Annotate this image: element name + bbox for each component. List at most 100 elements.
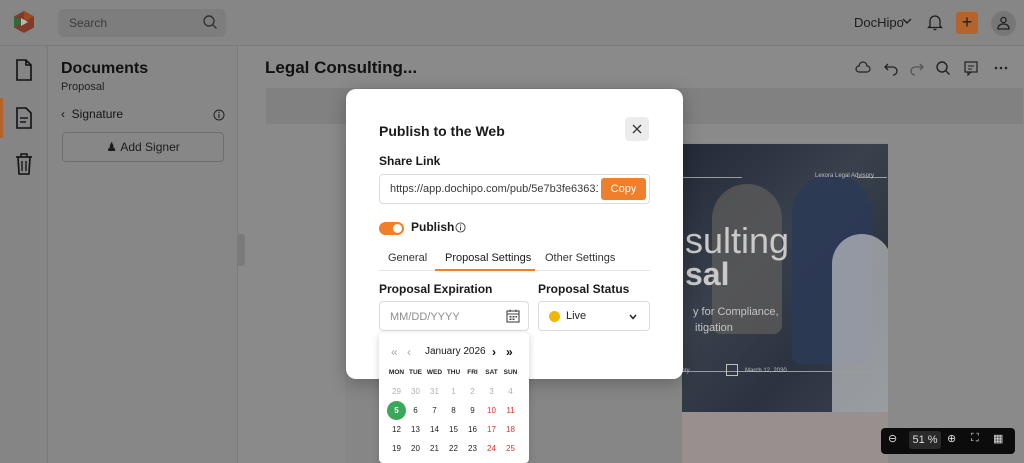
tab-general[interactable]: General — [388, 252, 427, 264]
calendar-day[interactable]: 30 — [406, 387, 425, 396]
calendar-icon[interactable] — [506, 309, 520, 323]
calendar-day[interactable]: 17 — [482, 425, 501, 434]
more-options-icon[interactable] — [993, 60, 1009, 76]
grid-view-icon[interactable]: ▦ — [993, 432, 1003, 445]
document-icon[interactable] — [14, 58, 34, 82]
calendar-day[interactable]: 29 — [387, 387, 406, 396]
top-bar: Search DocHipo + — [0, 0, 1024, 46]
search-input[interactable]: Search — [69, 16, 107, 30]
comment-icon[interactable] — [963, 60, 979, 76]
date-picker: « ‹ January 2026 › » MON TUE WED THU FRI SAT S… — [379, 333, 529, 463]
signature-section-toggle[interactable]: ‹ Signature — [61, 107, 123, 121]
calendar-weekday-label: MON — [388, 369, 405, 376]
copy-button[interactable]: Copy — [601, 178, 646, 200]
page-date: March 12, 2030 — [745, 368, 787, 374]
calendar-day[interactable]: 4 — [501, 387, 520, 396]
calendar-day[interactable]: 23 — [463, 444, 482, 453]
calendar-day[interactable]: 3 — [482, 387, 501, 396]
add-user-icon: ♟ — [106, 140, 121, 154]
zoom-level[interactable]: 51 % — [909, 431, 941, 449]
calendar-day[interactable]: 21 — [425, 444, 444, 453]
calendar-day[interactable]: 9 — [463, 406, 482, 415]
signature-label: Signature — [71, 107, 124, 121]
tab-other-settings[interactable]: Other Settings — [545, 252, 615, 264]
calendar-day[interactable]: 25 — [501, 444, 520, 453]
calendar-day[interactable]: 5 — [387, 406, 406, 415]
chevron-down-icon — [629, 314, 637, 320]
calendar-day[interactable]: 31 — [425, 387, 444, 396]
calendar-day[interactable]: 2 — [463, 387, 482, 396]
calendar-day[interactable]: 22 — [444, 444, 463, 453]
calendar-weekday-label: WED — [426, 369, 443, 376]
info-icon[interactable] — [455, 222, 466, 233]
calendar-day[interactable]: 13 — [406, 425, 425, 434]
prev-month-icon[interactable]: ‹ — [407, 345, 411, 359]
calendar-day[interactable]: 12 — [387, 425, 406, 434]
expiration-date-input[interactable]: MM/DD/YYYY — [390, 311, 460, 323]
active-indicator — [0, 98, 3, 138]
add-signer-button[interactable]: ♟ Add Signer — [62, 132, 224, 162]
trash-icon[interactable] — [14, 152, 34, 176]
calendar-day[interactable]: 8 — [444, 406, 463, 415]
page-footer-band — [682, 412, 888, 463]
status-select[interactable]: Live — [538, 301, 650, 331]
last-month-icon[interactable]: » — [506, 345, 513, 359]
next-month-icon[interactable]: › — [492, 345, 496, 359]
page-divider — [682, 177, 742, 178]
modal-title: Publish to the Web — [379, 123, 505, 139]
cloud-sync-icon[interactable] — [855, 60, 871, 76]
calendar-day[interactable]: 7 — [425, 406, 444, 415]
page-headline-2: sal — [685, 256, 730, 292]
calendar-day[interactable]: 6 — [406, 406, 425, 415]
share-link-label: Share Link — [379, 154, 441, 168]
left-rail — [0, 46, 48, 463]
document-title[interactable]: Legal Consulting... — [265, 58, 417, 78]
chevron-down-icon[interactable] — [901, 14, 913, 28]
expiration-date-field[interactable]: MM/DD/YYYY — [379, 301, 529, 331]
dochipo-logo-icon[interactable] — [12, 10, 36, 34]
panel-collapse-handle[interactable] — [237, 234, 245, 266]
calendar-month[interactable]: January 2026 — [425, 346, 486, 357]
user-menu-button[interactable] — [991, 11, 1016, 36]
zoom-control: ⊖ 51 % ⊕ ⛶ ▦ — [881, 428, 1015, 454]
share-link-field[interactable]: https://app.dochipo.com/pub/5e7b3fe63631… — [390, 183, 598, 195]
zoom-out-icon[interactable]: ⊖ — [888, 432, 897, 445]
bell-icon[interactable] — [927, 13, 943, 31]
search-icon[interactable] — [202, 14, 218, 30]
search-icon[interactable] — [935, 60, 951, 76]
calendar-day[interactable]: 14 — [425, 425, 444, 434]
calendar-day[interactable]: 11 — [501, 406, 520, 415]
page-subtitle-2: itigation — [695, 322, 733, 334]
proposal-document-icon[interactable] — [14, 106, 34, 130]
undo-icon[interactable] — [883, 60, 899, 76]
expiration-label: Proposal Expiration — [379, 282, 493, 296]
add-signer-label: Add Signer — [120, 140, 180, 154]
calendar-day[interactable]: 1 — [444, 387, 463, 396]
calendar-day[interactable]: 19 — [387, 444, 406, 453]
close-icon — [632, 124, 642, 134]
calendar-weekday-label: FRI — [467, 369, 478, 376]
zoom-in-icon[interactable]: ⊕ — [947, 432, 956, 445]
create-button[interactable]: + — [956, 12, 978, 34]
close-button[interactable] — [625, 117, 649, 141]
workspace-menu[interactable]: DocHipo — [854, 15, 904, 30]
calendar-weekday-label: SUN — [503, 369, 518, 376]
search-box[interactable]: Search — [58, 9, 226, 37]
tab-proposal-settings[interactable]: Proposal Settings — [445, 252, 531, 264]
calendar-day[interactable]: 10 — [482, 406, 501, 415]
calendar-day[interactable]: 24 — [482, 444, 501, 453]
chevron-left-icon[interactable]: ‹ — [61, 107, 72, 121]
info-icon[interactable] — [213, 109, 225, 121]
calendar-day[interactable]: 18 — [501, 425, 520, 434]
publish-toggle[interactable] — [379, 222, 404, 235]
redo-icon[interactable] — [909, 60, 925, 76]
publish-label: Publish — [411, 220, 455, 234]
first-month-icon[interactable]: « — [391, 345, 398, 359]
documents-panel: Documents Proposal ‹ Signature ♟ Add Sig… — [48, 46, 238, 463]
calendar-day[interactable]: 20 — [406, 444, 425, 453]
calendar-weekday-label: THU — [446, 369, 461, 376]
fullscreen-icon[interactable]: ⛶ — [971, 432, 979, 445]
calendar-day[interactable]: 15 — [444, 425, 463, 434]
status-value: Live — [566, 310, 587, 322]
calendar-day[interactable]: 16 — [463, 425, 482, 434]
